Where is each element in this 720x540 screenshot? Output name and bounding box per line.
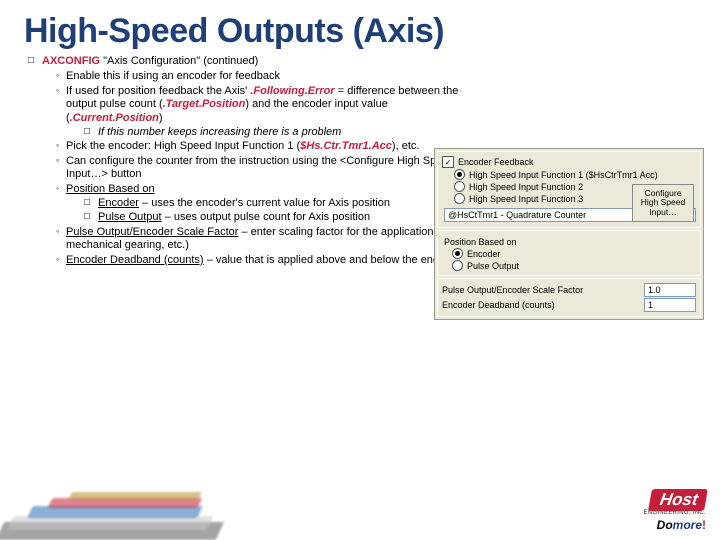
txt: Encoder: [467, 249, 501, 259]
txt: ): [159, 112, 163, 124]
txt: Encoder Feedback: [458, 157, 534, 167]
pb-pulse-option[interactable]: Pulse Output: [452, 260, 696, 271]
txt: ), etc.: [392, 140, 420, 152]
bullet-axconfig: AXCONFIG "Axis Configuration" (continued…: [28, 55, 700, 68]
axconfig-rest: "Axis Configuration" (continued): [100, 55, 258, 67]
domore-logo: Domore!: [644, 518, 706, 532]
bullet-configure-counter: Can configure the counter from the instr…: [56, 155, 470, 182]
txt: Encoder Deadband (counts): [66, 254, 204, 266]
configure-hsi-button[interactable]: Configure High Speed Input…: [632, 184, 694, 222]
bullet-pick-encoder: Pick the encoder: High Speed Input Funct…: [56, 140, 470, 153]
scale-factor-input[interactable]: 1.0: [644, 283, 696, 297]
bullet-problem-note: If this number keeps increasing there is…: [84, 126, 502, 139]
slide-title: High-Speed Outputs (Axis): [0, 0, 720, 55]
txt: more: [673, 518, 702, 532]
txt: Do: [657, 518, 673, 532]
host-logo: Host: [648, 489, 708, 511]
txt: Encoder: [98, 197, 139, 209]
screenshot-encoder-config: ✓ Encoder Feedback High Speed Input Funct…: [434, 148, 704, 320]
hsi-option-1[interactable]: High Speed Input Function 1 ($HsCtrTmr1 …: [454, 169, 696, 180]
radio-icon: [454, 181, 465, 192]
following-error-prop: .Following.Error: [250, 85, 334, 97]
txt: High Speed Input Function 3: [469, 194, 583, 204]
txt: If used for position feedback the Axis': [66, 85, 250, 97]
hs-acc-prop: $Hs.Ctr.Tmr1.Acc: [300, 140, 392, 152]
txt: !: [702, 518, 706, 532]
txt: Pick the encoder: High Speed Input Funct…: [66, 140, 300, 152]
target-pos-prop: .Target.Position: [163, 98, 246, 110]
radio-icon: [452, 248, 463, 259]
radio-icon: [454, 169, 465, 180]
bullet-following-error: If used for position feedback the Axis' …: [56, 85, 470, 125]
logo-block: Host ENGINEERING, INC. Domore!: [644, 489, 706, 532]
bullet-enable: Enable this if using an encoder for feed…: [56, 70, 470, 83]
txt: Position Based on: [66, 183, 155, 195]
deadband-label: Encoder Deadband (counts): [442, 300, 640, 310]
checkbox-icon: ✓: [442, 156, 454, 168]
txt: – uses the encoder's current value for A…: [139, 197, 390, 209]
txt: High Speed Input Function 1 ($HsCtrTmr1 …: [469, 170, 658, 180]
txt: Pulse Output: [467, 261, 519, 271]
current-pos-prop: .Current.Position: [70, 112, 159, 124]
axconfig-label: AXCONFIG: [42, 55, 100, 67]
position-based-label: Position Based on: [444, 237, 696, 247]
radio-icon: [452, 260, 463, 271]
pb-encoder-option[interactable]: Encoder: [452, 248, 696, 259]
txt: – uses output pulse count for Axis posit…: [162, 211, 371, 223]
txt: Pulse Output: [98, 211, 162, 223]
radio-icon: [454, 193, 465, 204]
encoder-feedback-checkbox[interactable]: ✓ Encoder Feedback: [442, 156, 696, 168]
txt: High Speed Input Function 2: [469, 182, 583, 192]
txt: Pulse Output/Encoder Scale Factor: [66, 226, 238, 238]
deadband-input[interactable]: 1: [644, 298, 696, 312]
decorative-smear: [0, 470, 320, 540]
scale-factor-label: Pulse Output/Encoder Scale Factor: [442, 285, 640, 295]
